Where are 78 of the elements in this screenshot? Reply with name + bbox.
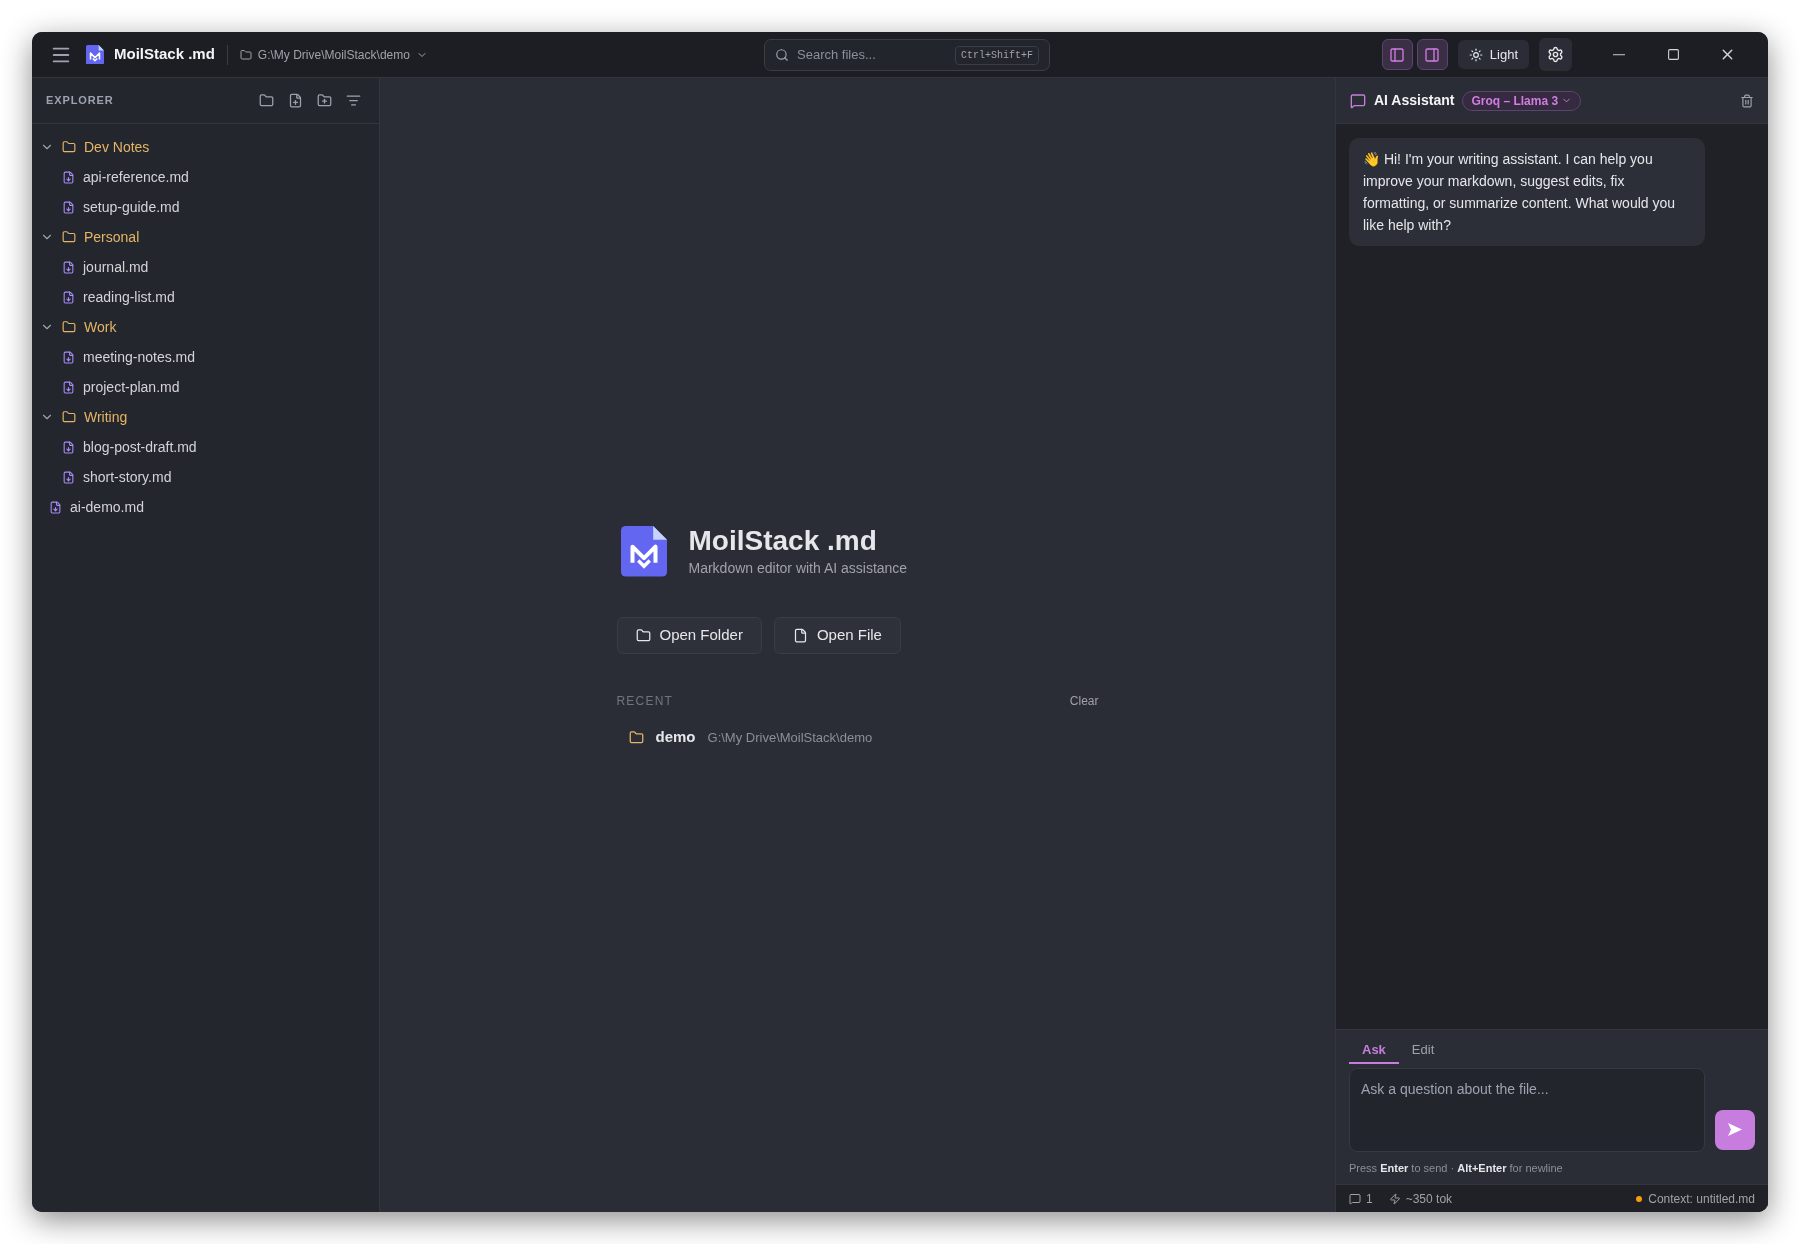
message-count: 1 xyxy=(1366,1190,1373,1208)
recent-path: G:\My Drive\MoilStack\demo xyxy=(707,728,873,747)
model-selector[interactable]: Groq – Llama 3 xyxy=(1462,90,1582,111)
file-icon xyxy=(62,290,75,304)
file-item[interactable]: journal.md xyxy=(32,252,379,282)
explorer-title: EXPLORER xyxy=(46,93,114,109)
workspace-path[interactable]: G:\My Drive\MoilStack\demo xyxy=(239,45,428,64)
open-folder-icon[interactable] xyxy=(259,93,274,108)
search-field[interactable]: Search files... Ctrl+Shift+F xyxy=(764,39,1050,71)
welcome-subtitle: Markdown editor with AI assistance xyxy=(688,559,908,578)
file-icon xyxy=(62,170,75,184)
panel-toggle-button[interactable] xyxy=(1416,39,1448,70)
context-label: Context: untitled.md xyxy=(1648,1190,1755,1208)
file-icon xyxy=(792,628,808,643)
file-item[interactable]: ai-demo.md xyxy=(32,492,379,522)
folder-icon xyxy=(62,320,76,334)
chat-icon xyxy=(1350,92,1366,109)
delete-icon[interactable] xyxy=(1740,93,1754,108)
search-icon xyxy=(775,48,789,62)
send-button[interactable] xyxy=(1715,1109,1755,1150)
left-panel-icon xyxy=(1389,46,1406,63)
search-placeholder: Search files... xyxy=(797,46,877,65)
file-item[interactable]: blog-post-draft.md xyxy=(32,432,379,462)
panel-toggle-button[interactable] xyxy=(1381,39,1413,70)
file-icon xyxy=(62,200,75,214)
token-count: ~350 tok xyxy=(1405,1190,1453,1208)
right-panel-icon xyxy=(1424,46,1441,63)
recent-name: demo xyxy=(655,727,696,747)
file-item[interactable]: setup-guide.md xyxy=(32,192,379,222)
recent-label: RECENT xyxy=(616,693,674,710)
file-icon xyxy=(62,380,75,394)
folder-item[interactable]: Work xyxy=(32,312,379,342)
maximize-icon xyxy=(1666,48,1680,61)
clear-button[interactable]: Clear xyxy=(1069,692,1099,710)
new-file-icon[interactable] xyxy=(288,93,303,108)
folder-item[interactable]: Dev Notes xyxy=(32,132,379,162)
open-folder-button[interactable]: Open Folder xyxy=(616,617,762,654)
folder-icon xyxy=(239,48,252,61)
file-item[interactable]: short-story.md xyxy=(32,462,379,492)
app-logo xyxy=(620,526,667,577)
file-item[interactable]: api-reference.md xyxy=(32,162,379,192)
file-item[interactable]: project-plan.md xyxy=(32,372,379,402)
settings-icon xyxy=(1547,46,1564,63)
theme-button[interactable]: Light xyxy=(1457,40,1529,69)
shortcut-key: Ctrl+Shift+F xyxy=(955,45,1039,65)
folder-icon xyxy=(628,729,644,745)
lightning-icon xyxy=(1388,1192,1401,1205)
folder-item[interactable]: Writing xyxy=(32,402,379,432)
file-item[interactable]: reading-list.md xyxy=(32,282,379,312)
folder-icon xyxy=(62,410,76,424)
folder-item[interactable]: Personal xyxy=(32,222,379,252)
recent-item[interactable]: demo G:\My Drive\MoilStack\demo xyxy=(616,726,1099,749)
folder-icon xyxy=(635,628,651,643)
assistant-title: AI Assistant xyxy=(1374,91,1455,110)
send-icon xyxy=(1728,1123,1742,1136)
mode-tab[interactable]: Edit xyxy=(1398,1037,1448,1064)
input-hint: Press Enter to send · Alt+Enter for newline xyxy=(1349,1160,1564,1176)
folder-icon xyxy=(62,140,76,154)
welcome-title: MoilStack .md xyxy=(688,524,878,558)
open-file-button[interactable]: Open File xyxy=(773,617,901,654)
mode-tab[interactable]: Ask xyxy=(1349,1037,1399,1064)
file-icon xyxy=(62,350,75,364)
app-logo xyxy=(86,44,104,65)
file-icon xyxy=(49,500,62,514)
assistant-message: 👋 Hi! I'm your writing assistant. I can help you improve your markdown, suggest edits, fix formatting, or summarize content. What would you like help with? xyxy=(1349,138,1705,246)
minimize-icon xyxy=(1613,53,1625,56)
settings-button[interactable] xyxy=(1539,38,1572,71)
sun-icon xyxy=(1468,47,1483,62)
new-folder-icon[interactable] xyxy=(317,93,332,108)
sort-icon[interactable] xyxy=(346,93,361,108)
file-item[interactable]: meeting-notes.md xyxy=(32,342,379,372)
app-name: MoilStack .md xyxy=(114,44,215,65)
file-icon xyxy=(62,260,75,274)
question-input[interactable]: Ask a question about the file... xyxy=(1349,1067,1705,1152)
message-count-icon xyxy=(1349,1192,1361,1205)
file-icon xyxy=(62,440,75,454)
file-icon xyxy=(62,470,75,484)
folder-icon xyxy=(62,230,76,244)
